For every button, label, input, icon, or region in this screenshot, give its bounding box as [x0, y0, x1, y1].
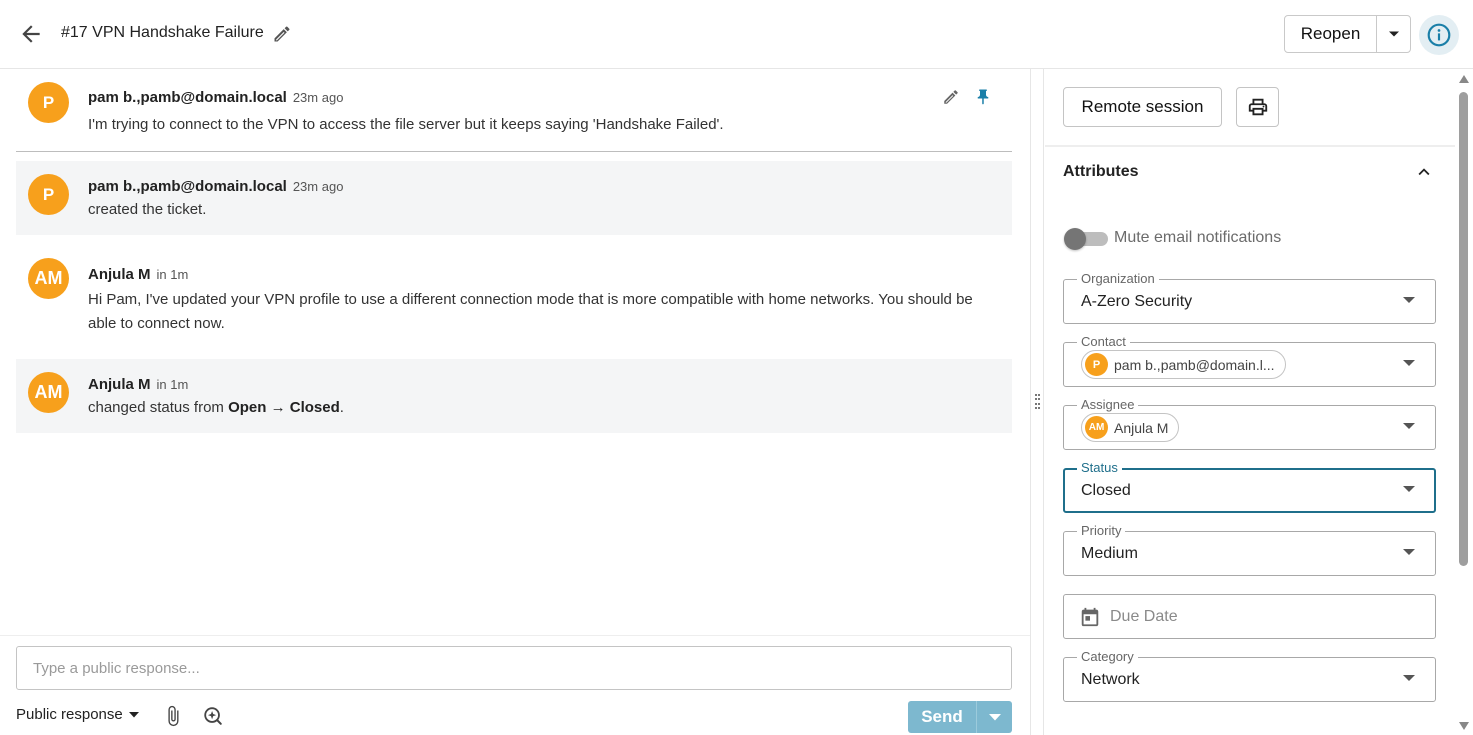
paperclip-icon[interactable]: [162, 705, 184, 727]
message-time: in 1m: [156, 377, 189, 392]
status-arrow: →: [266, 399, 290, 416]
calendar-icon: [1079, 606, 1101, 628]
status-select[interactable]: Status Closed: [1063, 461, 1436, 513]
chevron-down-icon: [1403, 360, 1415, 366]
status-from: Open: [228, 399, 267, 416]
author-name: pam b.,pamb@domain.local: [88, 178, 287, 195]
chevron-down-icon: [1403, 486, 1415, 492]
contact-chip: P pam b.,pamb@domain.l...: [1081, 350, 1286, 379]
event-item: P pam b.,pamb@domain.local 23m ago create…: [16, 161, 1012, 235]
chevron-down-icon: [1403, 675, 1415, 681]
chevron-down-icon: [1403, 549, 1415, 555]
send-button[interactable]: Send: [908, 701, 977, 733]
field-label: Category: [1077, 650, 1138, 664]
due-date-field[interactable]: Due Date: [1063, 594, 1436, 639]
message-author: Anjula M in 1m: [88, 266, 188, 283]
due-date-placeholder: Due Date: [1110, 608, 1178, 625]
message-time: 23m ago: [292, 90, 344, 105]
message-author: pam b.,pamb@domain.local 23m ago: [88, 178, 343, 195]
toggle-knob: [1064, 228, 1086, 250]
panel-splitter[interactable]: [1030, 69, 1044, 735]
field-value: A-Zero Security: [1081, 293, 1193, 310]
reply-input[interactable]: [16, 646, 1012, 690]
assignee-select[interactable]: Assignee AM Anjula M: [1063, 398, 1436, 450]
field-value: Medium: [1081, 545, 1138, 562]
pin-icon[interactable]: [974, 88, 992, 106]
scroll-up-arrow-icon[interactable]: [1459, 75, 1469, 83]
author-name: Anjula M: [88, 266, 151, 283]
ai-sparkle-icon[interactable]: [202, 705, 224, 727]
category-select[interactable]: Category Network: [1063, 650, 1436, 702]
avatar: P: [28, 82, 69, 123]
chip-label: Anjula M: [1114, 419, 1169, 436]
conversation-thread: P pam b.,pamb@domain.local 23m ago I'm tr…: [0, 69, 1030, 635]
ticket-header: #17 VPN Handshake Failure Reopen: [0, 0, 1473, 69]
event-item: AM Anjula M in 1m changed status from Ope…: [16, 359, 1012, 433]
field-value: Network: [1081, 671, 1140, 688]
message-author: Anjula M in 1m: [88, 376, 188, 393]
ticket-details-panel: Remote session Attributes Mute email not…: [1045, 69, 1455, 735]
chevron-down-icon: [128, 711, 139, 717]
response-type-dropdown[interactable]: Public response: [16, 706, 139, 723]
field-label: Organization: [1077, 272, 1159, 286]
avatar: AM: [28, 258, 69, 299]
remote-session-button[interactable]: Remote session: [1063, 87, 1222, 127]
avatar: P: [1085, 353, 1108, 376]
avatar: AM: [1085, 416, 1108, 439]
scroll-thumb[interactable]: [1459, 92, 1468, 566]
message-body: changed status from Open → Closed.: [88, 396, 978, 420]
message-body: Hi Pam, I've updated your VPN profile to…: [88, 291, 973, 332]
send-button-group: Send: [908, 701, 1012, 733]
side-panel-scrollbar[interactable]: [1455, 69, 1473, 735]
edit-title-pencil-icon[interactable]: [272, 24, 292, 44]
message-author: pam b.,pamb@domain.local 23m ago: [88, 89, 343, 106]
body-prefix: changed status from: [88, 399, 229, 416]
field-label: Assignee: [1077, 398, 1139, 412]
message-item: P pam b.,pamb@domain.local 23m ago I'm tr…: [16, 69, 1012, 151]
field-value: Closed: [1081, 482, 1131, 499]
reopen-button-group: Reopen: [1284, 15, 1411, 53]
message-body: I'm trying to connect to the VPN to acce…: [88, 116, 724, 133]
composer-divider: [0, 635, 1030, 636]
priority-select[interactable]: Priority Medium: [1063, 524, 1436, 576]
drag-handle-icon: [1035, 394, 1040, 410]
send-options-chevron-down-icon[interactable]: [977, 701, 1012, 733]
reopen-options-chevron-down-icon[interactable]: [1377, 16, 1410, 52]
chevron-up-icon[interactable]: [1413, 161, 1435, 183]
printer-icon[interactable]: [1236, 87, 1279, 127]
mute-email-toggle[interactable]: [1064, 228, 1108, 250]
assignee-chip: AM Anjula M: [1081, 413, 1180, 442]
ticket-title: #17 VPN Handshake Failure: [61, 24, 264, 41]
message-body: created the ticket.: [88, 201, 207, 218]
field-label: Contact: [1077, 335, 1130, 349]
message-time: 23m ago: [292, 179, 344, 194]
scroll-down-arrow-icon[interactable]: [1459, 722, 1469, 730]
avatar: AM: [28, 372, 69, 413]
field-label: Status: [1077, 461, 1122, 475]
divider: [16, 151, 1012, 152]
divider: [1045, 145, 1455, 147]
chevron-down-icon: [1403, 297, 1415, 303]
attributes-title: Attributes: [1063, 163, 1139, 180]
chip-label: pam b.,pamb@domain.l...: [1114, 356, 1275, 373]
message-time: in 1m: [156, 267, 189, 282]
chevron-down-icon: [1403, 423, 1415, 429]
edit-message-pencil-icon[interactable]: [942, 88, 960, 106]
status-to: Closed: [289, 399, 340, 416]
back-arrow-icon[interactable]: [18, 21, 44, 47]
contact-select[interactable]: Contact P pam b.,pamb@domain.l...: [1063, 335, 1436, 387]
info-icon[interactable]: [1419, 15, 1459, 55]
author-name: pam b.,pamb@domain.local: [88, 89, 287, 106]
mute-email-label: Mute email notifications: [1114, 229, 1282, 246]
avatar: P: [28, 174, 69, 215]
field-label: Priority: [1077, 524, 1126, 538]
organization-select[interactable]: Organization A-Zero Security: [1063, 272, 1436, 324]
author-name: Anjula M: [88, 376, 151, 393]
reopen-button[interactable]: Reopen: [1285, 16, 1377, 52]
response-type-label: Public response: [16, 706, 123, 723]
message-item: AM Anjula M in 1m Hi Pam, I've updated yo…: [16, 245, 1012, 349]
body-suffix: .: [339, 399, 344, 416]
